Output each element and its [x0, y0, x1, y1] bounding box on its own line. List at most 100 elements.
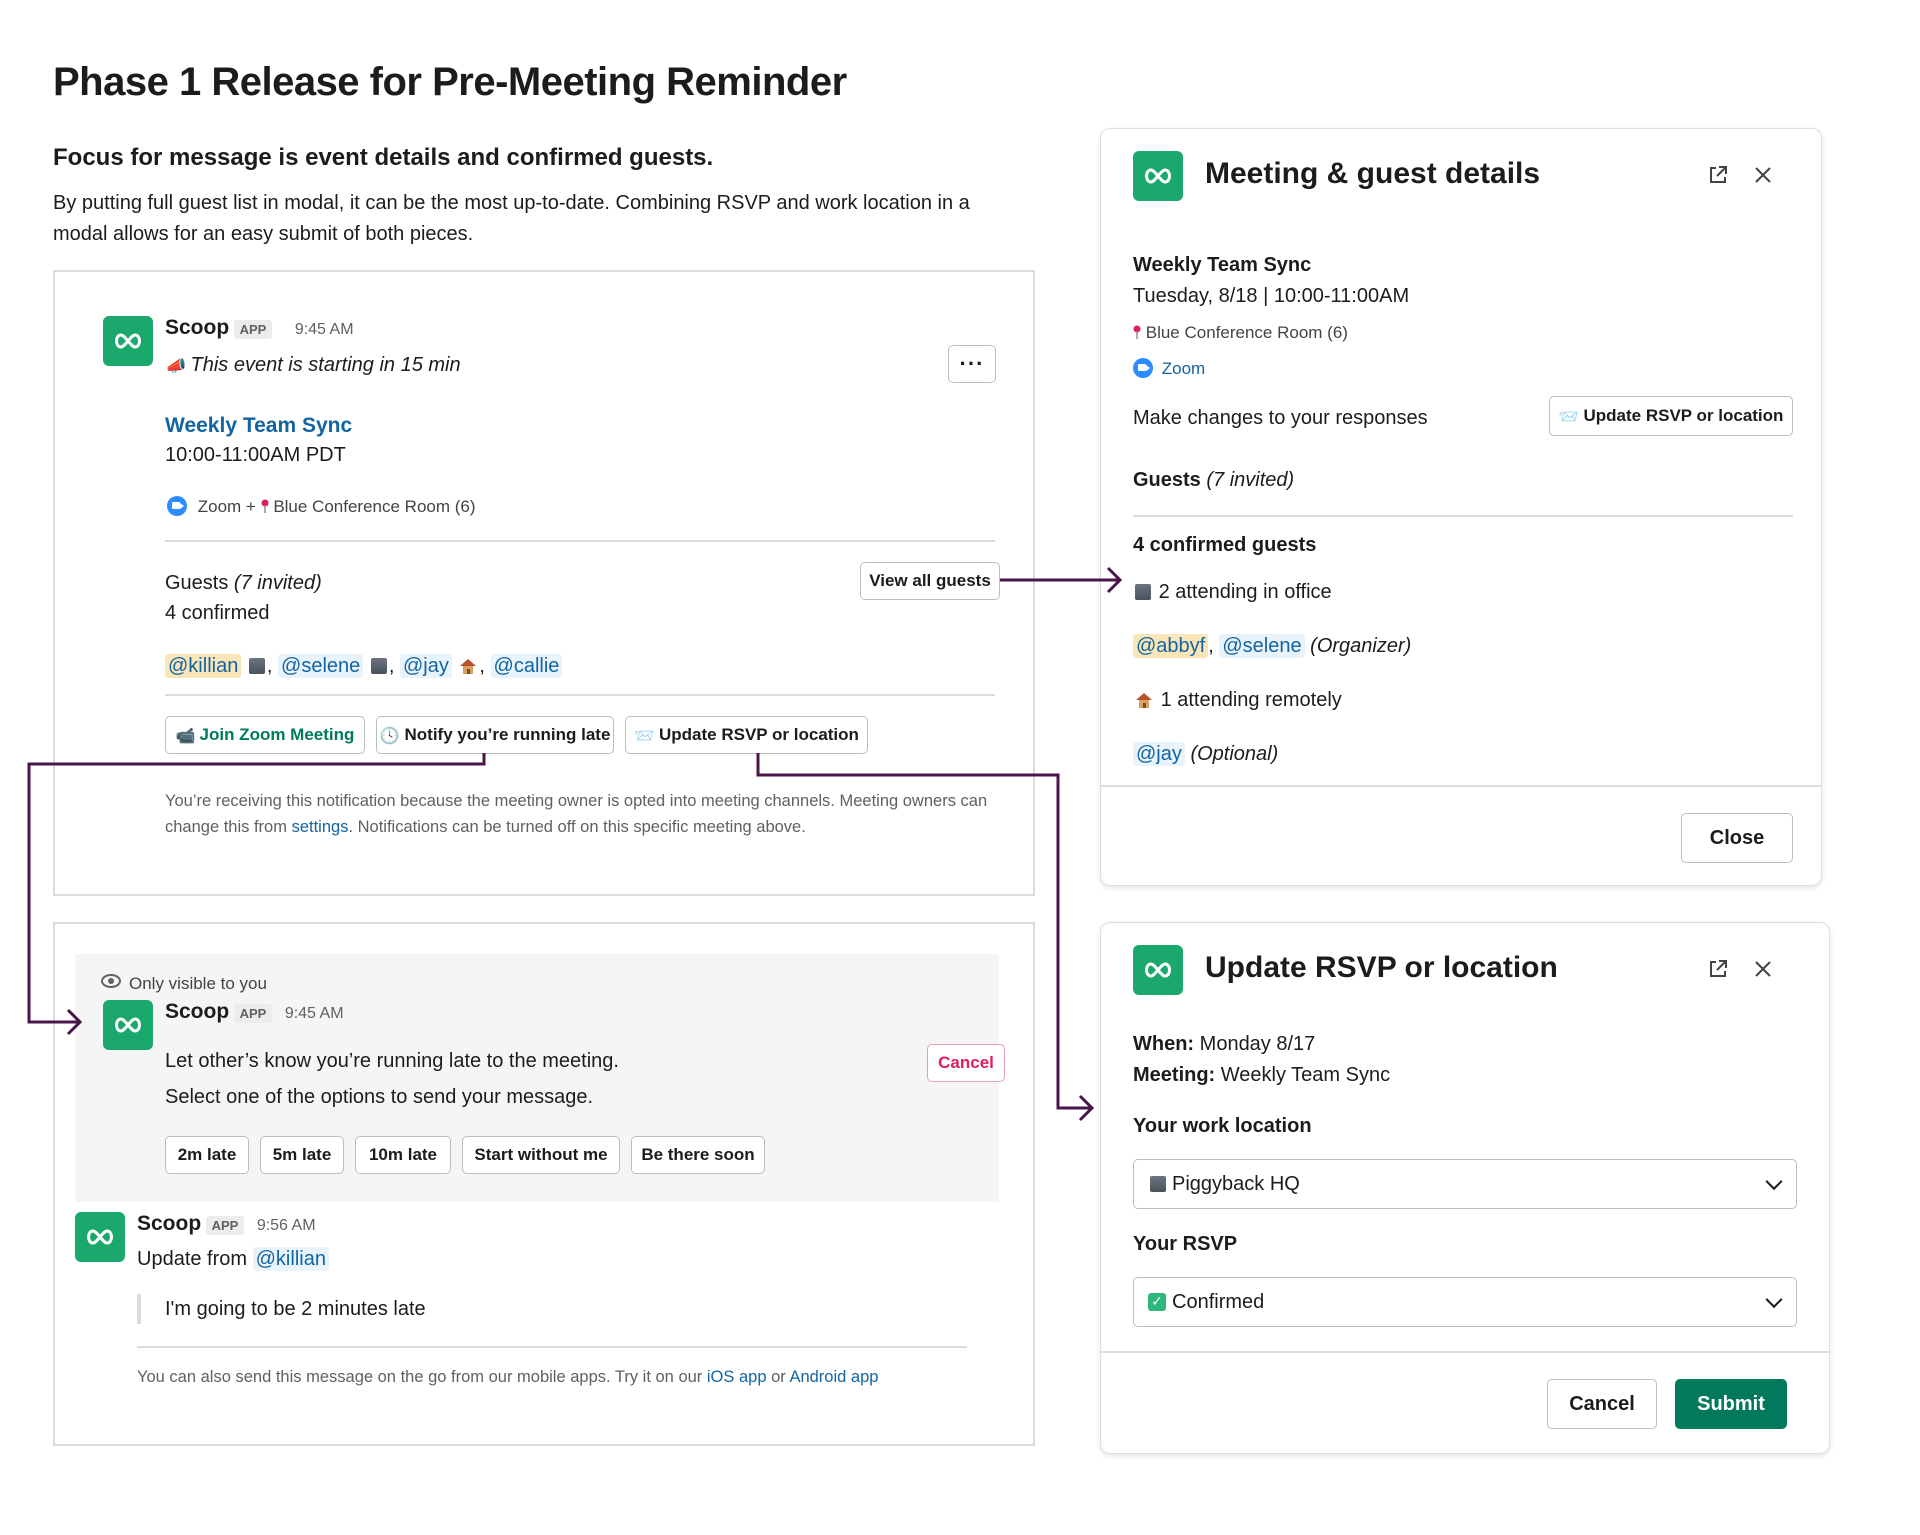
guests-summary: Guests (7 invited) — [1133, 469, 1295, 491]
changes-label: Make changes to your responses — [1133, 407, 1428, 429]
scoop-logo — [103, 1000, 153, 1050]
close-icon[interactable] — [1753, 959, 1773, 979]
notify-running-late-button[interactable]: 🕓 Notify you’re running late — [376, 716, 614, 754]
page-description: By putting full guest list in modal, it … — [53, 192, 970, 245]
office-building-icon — [1150, 1176, 1166, 1192]
zoom-link[interactable]: Zoom — [1133, 358, 1205, 379]
message-header: Scoop APP 9:56 AM — [137, 1212, 316, 1236]
settings-link[interactable]: settings — [292, 818, 349, 836]
infinity-icon — [87, 1229, 113, 1245]
message-time[interactable]: 9:56 AM — [257, 1217, 316, 1234]
cancel-button[interactable]: Cancel — [1547, 1379, 1657, 1429]
office-guests: @abbyf, @selene (Organizer) — [1133, 634, 1411, 658]
running-late-panel: Only visible to you Scoop APP 9:45 AM Le… — [53, 922, 1035, 1446]
pin-icon — [1133, 325, 1141, 339]
app-badge: APP — [233, 320, 273, 340]
infinity-icon — [115, 1017, 141, 1033]
sender-name[interactable]: Scoop — [165, 1000, 229, 1023]
update-rsvp-button[interactable]: 📨 Update RSVP or location — [625, 716, 868, 754]
modal-title: Meeting & guest details — [1205, 157, 1541, 190]
event-title-link[interactable]: Weekly Team Sync — [165, 414, 352, 438]
more-actions-button[interactable]: ··· — [948, 345, 996, 383]
when-line: When: Monday 8/17 — [1133, 1033, 1316, 1055]
message-time[interactable]: 9:45 AM — [295, 321, 354, 338]
envelope-icon: 📨 — [634, 725, 654, 745]
event-datetime: Tuesday, 8/18 | 10:00-11:00AM — [1133, 285, 1410, 307]
quote-text: I'm going to be 2 minutes late — [165, 1298, 426, 1320]
update-rsvp-modal: Update RSVP or location When: Monday 8/1… — [1100, 922, 1830, 1454]
envelope-icon: 📨 — [1558, 406, 1579, 426]
divider — [165, 540, 995, 542]
reminder-message-panel: Scoop APP 9:45 AM 📣 This event is starti… — [53, 270, 1035, 896]
close-button[interactable]: Close — [1681, 813, 1793, 863]
ios-app-link[interactable]: iOS app — [707, 1368, 767, 1386]
event-title: Weekly Team Sync — [1133, 254, 1312, 276]
sender-name[interactable]: Scoop — [165, 316, 229, 339]
event-room: Blue Conference Room (6) — [1133, 323, 1348, 343]
visibility-note: Only visible to you — [101, 974, 267, 994]
remote-attendance: 1 attending remotely — [1133, 689, 1342, 712]
android-app-link[interactable]: Android app — [789, 1368, 878, 1386]
mention-callie[interactable]: @callie — [490, 654, 563, 678]
notification-footer: You’re receiving this notification becau… — [165, 792, 988, 836]
office-building-icon — [1135, 584, 1151, 600]
mention-abbyf[interactable]: @abbyf — [1133, 634, 1209, 658]
mention-killian[interactable]: @killian — [252, 1247, 329, 1271]
infinity-icon — [1145, 168, 1171, 184]
app-badge: APP — [205, 1216, 245, 1236]
pin-icon — [261, 499, 269, 513]
office-building-icon — [248, 658, 265, 674]
option-start-without-me[interactable]: Start without me — [462, 1136, 620, 1174]
event-time: 10:00-11:00AM PDT — [165, 444, 346, 466]
join-zoom-button[interactable]: 📹 Join Zoom Meeting — [165, 716, 365, 754]
scoop-logo — [1133, 945, 1183, 995]
guest-mentions: @killian , @selene , @jay , @callie — [165, 654, 563, 678]
zoom-icon — [1133, 358, 1153, 378]
rsvp-select[interactable]: ✓ Confirmed — [1133, 1277, 1797, 1327]
mobile-footer: You can also send this message on the go… — [137, 1368, 879, 1386]
eye-icon — [101, 974, 121, 988]
mention-selene[interactable]: @selene — [1219, 634, 1305, 658]
option-5m-late[interactable]: 5m late — [260, 1136, 344, 1174]
mention-jay[interactable]: @jay — [1133, 742, 1185, 766]
message-header: Scoop APP 9:45 AM — [165, 1000, 344, 1024]
sender-name[interactable]: Scoop — [137, 1212, 201, 1235]
option-be-there-soon[interactable]: Be there soon — [631, 1136, 765, 1174]
meeting-details-modal: Meeting & guest details Weekly Team Sync… — [1100, 128, 1822, 886]
cancel-button[interactable]: Cancel — [927, 1044, 1005, 1082]
quote-bar — [137, 1294, 141, 1324]
clock-icon: 🕓 — [379, 725, 400, 745]
work-location-select[interactable]: Piggyback HQ — [1133, 1159, 1797, 1209]
ephemeral-message: Only visible to you Scoop APP 9:45 AM Le… — [75, 954, 1005, 1202]
divider — [137, 1346, 967, 1348]
mention-killian[interactable]: @killian — [165, 654, 242, 678]
ellipsis-icon: ··· — [959, 351, 985, 376]
meeting-line: Meeting: Weekly Team Sync — [1133, 1064, 1391, 1086]
open-external-icon[interactable] — [1707, 958, 1729, 980]
scoop-logo — [103, 316, 153, 366]
confirmed-heading: 4 confirmed guests — [1133, 534, 1317, 556]
page-subtitle: Focus for message is event details and c… — [53, 144, 714, 171]
infinity-icon — [115, 333, 141, 349]
modal-footer-divider — [1101, 1351, 1829, 1353]
scoop-logo — [75, 1212, 125, 1262]
option-2m-late[interactable]: 2m late — [165, 1136, 249, 1174]
chevron-down-icon — [1765, 1291, 1783, 1309]
close-icon[interactable] — [1753, 165, 1773, 185]
submit-button[interactable]: Submit — [1675, 1379, 1787, 1429]
mention-selene[interactable]: @selene — [278, 654, 364, 678]
late-prompt-line1: Let other’s know you’re running late to … — [165, 1050, 619, 1072]
modal-footer-divider — [1101, 785, 1821, 787]
office-building-icon — [370, 658, 387, 674]
option-10m-late[interactable]: 10m late — [355, 1136, 451, 1174]
infinity-icon — [1145, 962, 1171, 978]
video-camera-icon: 📹 — [175, 725, 196, 745]
zoom-icon — [167, 496, 187, 516]
checkmark-icon: ✓ — [1148, 1293, 1166, 1311]
message-time[interactable]: 9:45 AM — [285, 1005, 344, 1022]
rsvp-label: Your RSVP — [1133, 1233, 1238, 1255]
mention-jay[interactable]: @jay — [399, 654, 452, 678]
open-external-icon[interactable] — [1707, 164, 1729, 186]
update-rsvp-button[interactable]: 📨 Update RSVP or location — [1549, 396, 1793, 436]
view-all-guests-button[interactable]: View all guests — [860, 562, 1000, 600]
